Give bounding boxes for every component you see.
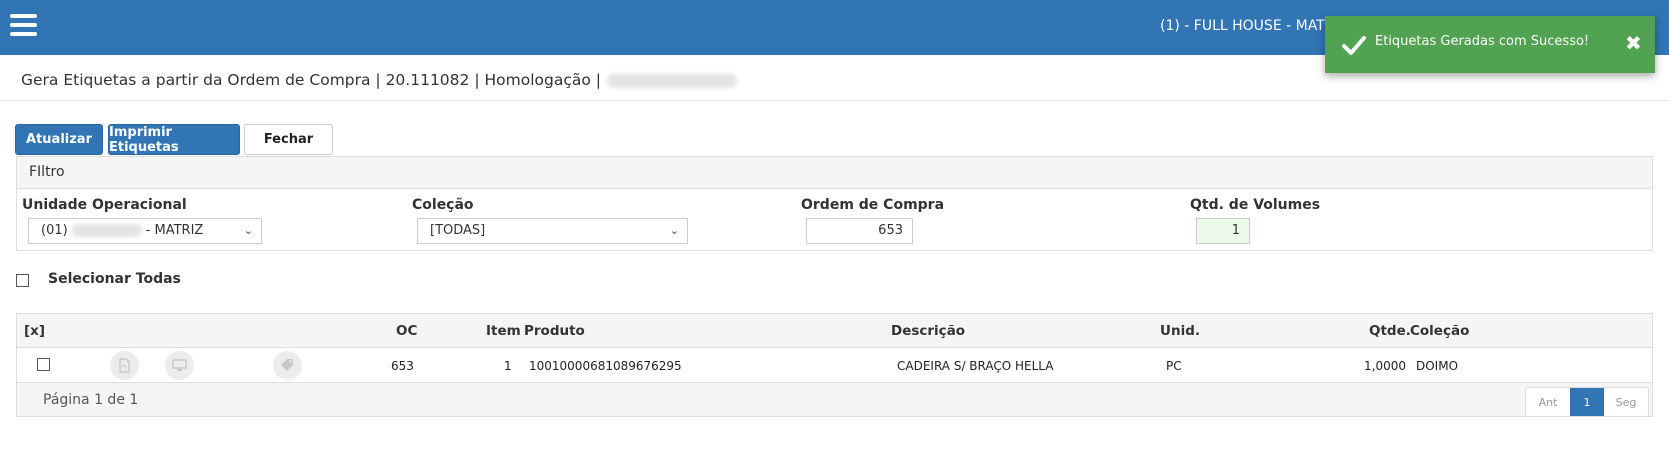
cell-unid: PC (1166, 359, 1182, 373)
col-select: [x] (24, 323, 46, 339)
toast-message: Etiquetas Geradas com Sucesso! (1375, 34, 1590, 49)
cell-descricao: CADEIRA S/ BRAÇO HELLA (897, 359, 1054, 373)
imprimir-etiquetas-button[interactable]: Imprimir Etiquetas (108, 124, 240, 155)
cell-colecao: DOIMO (1416, 359, 1459, 373)
success-toast: Etiquetas Geradas com Sucesso! ✖ (1325, 16, 1655, 73)
unidade-prefix: (01) (41, 223, 68, 238)
pagination-prev[interactable]: Ant (1526, 388, 1570, 416)
colecao-value: [TODAS] (430, 223, 486, 238)
page-info: Página 1 de 1 (43, 392, 139, 408)
fechar-button[interactable]: Fechar (244, 124, 333, 155)
col-oc[interactable]: OC (396, 323, 417, 339)
ordem-label: Ordem de Compra (801, 197, 945, 213)
volumes-label: Qtd. de Volumes (1190, 197, 1321, 213)
cell-item: 1 (504, 359, 512, 373)
cell-produto: 10010000681089676295 (529, 359, 682, 373)
unidade-suffix: - MATRIZ (145, 223, 204, 238)
row-checkbox[interactable] (37, 358, 50, 371)
col-produto[interactable]: Produto (524, 323, 585, 339)
filter-heading: FIltro (17, 157, 1652, 189)
pdf-icon[interactable] (110, 351, 139, 380)
unidade-select[interactable]: (01) - MATRIZ ⌄ (28, 218, 262, 244)
pagination: Ant 1 Seg (1525, 387, 1649, 417)
pagination-next[interactable]: Seg (1604, 388, 1648, 416)
select-all-checkbox[interactable] (16, 274, 29, 287)
cell-qtde: 1,0000 (1364, 359, 1406, 373)
colecao-select[interactable]: [TODAS] ⌄ (417, 218, 688, 244)
redacted-text (71, 224, 142, 237)
monitor-icon[interactable] (165, 351, 194, 380)
menu-icon[interactable] (10, 14, 37, 36)
ordem-compra-input[interactable]: 653 (806, 218, 913, 244)
select-all-label: Selecionar Todas (48, 271, 181, 287)
col-item[interactable]: Item (486, 323, 521, 339)
unidade-label: Unidade Operacional (22, 197, 187, 213)
tag-icon[interactable] (273, 351, 302, 380)
pagination-current[interactable]: 1 (1570, 388, 1604, 416)
grid-header: [x] OC Item Produto Descrição Unid. Qtde… (17, 314, 1652, 348)
check-icon (1342, 36, 1366, 55)
redacted-text (606, 73, 737, 88)
filter-panel: FIltro Unidade Operacional (01) - MATRIZ … (16, 156, 1653, 251)
atualizar-button[interactable]: Atualizar (15, 124, 103, 155)
company-label: (1) - FULL HOUSE - MATRIZ (1160, 18, 1349, 34)
col-descricao[interactable]: Descrição (891, 323, 965, 339)
colecao-label: Coleção (412, 197, 474, 213)
col-colecao[interactable]: Coleção (1410, 323, 1469, 339)
close-icon[interactable]: ✖ (1625, 31, 1642, 55)
chevron-down-icon: ⌄ (243, 224, 253, 237)
col-qtde[interactable]: Qtde. (1369, 323, 1411, 339)
page-title: Gera Etiquetas a partir da Ordem de Comp… (21, 71, 737, 89)
chevron-down-icon: ⌄ (669, 224, 679, 237)
table-row[interactable]: 653 1 10010000681089676295 CADEIRA S/ BR… (17, 348, 1652, 383)
qtd-volumes-input[interactable]: 1 (1196, 218, 1250, 244)
divider (0, 100, 1669, 101)
grid-footer: Página 1 de 1 Ant 1 Seg (17, 383, 1652, 417)
items-grid: [x] OC Item Produto Descrição Unid. Qtde… (16, 313, 1653, 417)
cell-oc: 653 (391, 359, 414, 373)
page-title-text: Gera Etiquetas a partir da Ordem de Comp… (21, 71, 601, 89)
col-unid[interactable]: Unid. (1160, 323, 1200, 339)
